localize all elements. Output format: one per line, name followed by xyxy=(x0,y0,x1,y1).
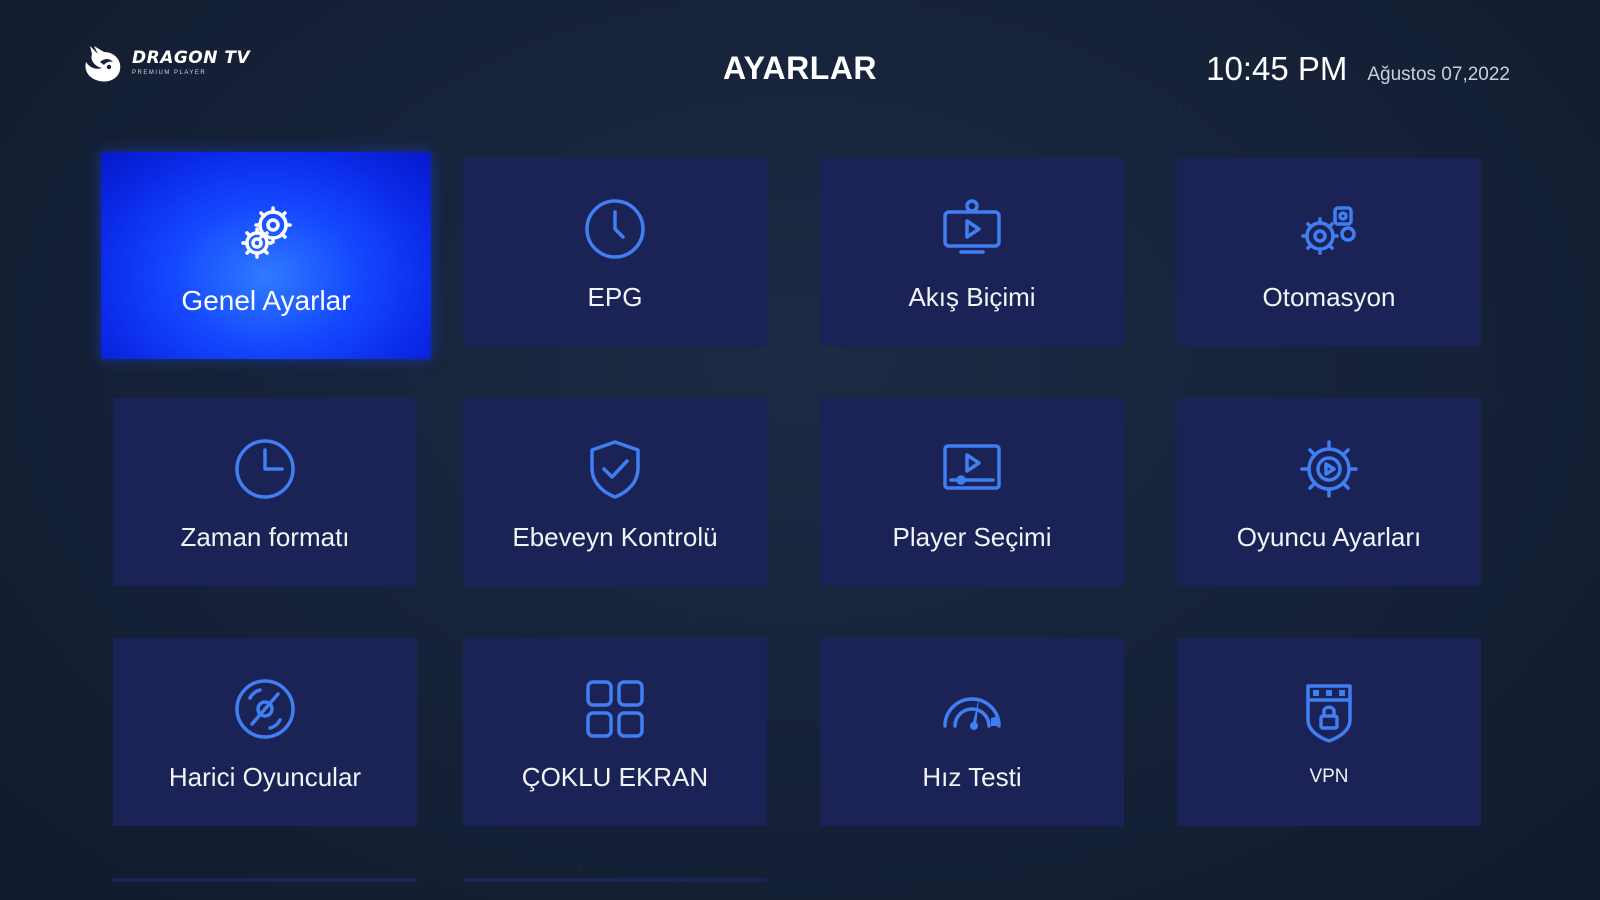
tile-multi-screen[interactable]: ÇOKLU EKRAN xyxy=(463,638,767,826)
tile-label: Hız Testi xyxy=(922,761,1022,792)
tile-label: Ebeveyn Kontrolü xyxy=(512,521,718,552)
time-format-icon xyxy=(232,436,298,502)
tile-label: Akış Biçimi xyxy=(908,281,1036,312)
gears-icon xyxy=(233,199,299,265)
player-gear-icon xyxy=(1296,436,1362,502)
current-time: 10:45 PM xyxy=(1206,50,1348,87)
player-screen-icon xyxy=(939,436,1005,502)
stream-play-icon xyxy=(939,196,1005,262)
disc-icon xyxy=(232,676,298,742)
automation-gears-icon xyxy=(1296,196,1362,262)
tile-player-settings[interactable]: Oyuncu Ayarları xyxy=(1177,398,1481,586)
clock-area: 10:45 PM Ağustos 07,2022 xyxy=(1206,50,1510,88)
tile-stream-format[interactable]: Akış Biçimi xyxy=(820,158,1124,346)
tile-label: Player Seçimi xyxy=(892,521,1052,552)
vpn-shield-icon xyxy=(1296,680,1362,746)
next-row-tile-edge xyxy=(463,878,767,882)
next-row-tile-edge xyxy=(113,878,417,882)
tile-player-selection[interactable]: Player Seçimi xyxy=(820,398,1124,586)
tile-label: Otomasyon xyxy=(1262,281,1396,312)
speedometer-icon xyxy=(939,676,1005,742)
tile-label: Harici Oyuncular xyxy=(168,761,362,792)
multi-screen-icon xyxy=(582,676,648,742)
tile-external-players[interactable]: Harici Oyuncular xyxy=(113,638,417,826)
tile-label: Oyuncu Ayarları xyxy=(1236,521,1422,552)
tile-vpn[interactable]: VPN xyxy=(1177,638,1481,826)
tile-general-settings[interactable]: Genel Ayarlar xyxy=(101,152,431,359)
tile-label: Zaman formatı xyxy=(180,521,350,552)
tile-epg[interactable]: EPG xyxy=(463,158,767,346)
clock-icon xyxy=(582,196,648,262)
tile-speed-test[interactable]: Hız Testi xyxy=(820,638,1124,826)
tile-parental-control[interactable]: Ebeveyn Kontrolü xyxy=(463,398,767,586)
current-date: Ağustos 07,2022 xyxy=(1367,64,1510,85)
tile-label: EPG xyxy=(587,281,643,312)
tile-label: ÇOKLU EKRAN xyxy=(521,761,709,792)
tile-label: VPN xyxy=(1309,766,1349,787)
tile-automation[interactable]: Otomasyon xyxy=(1177,158,1481,346)
tile-label: Genel Ayarlar xyxy=(181,284,351,316)
shield-check-icon xyxy=(582,436,648,502)
tile-time-format[interactable]: Zaman formatı xyxy=(113,398,417,586)
